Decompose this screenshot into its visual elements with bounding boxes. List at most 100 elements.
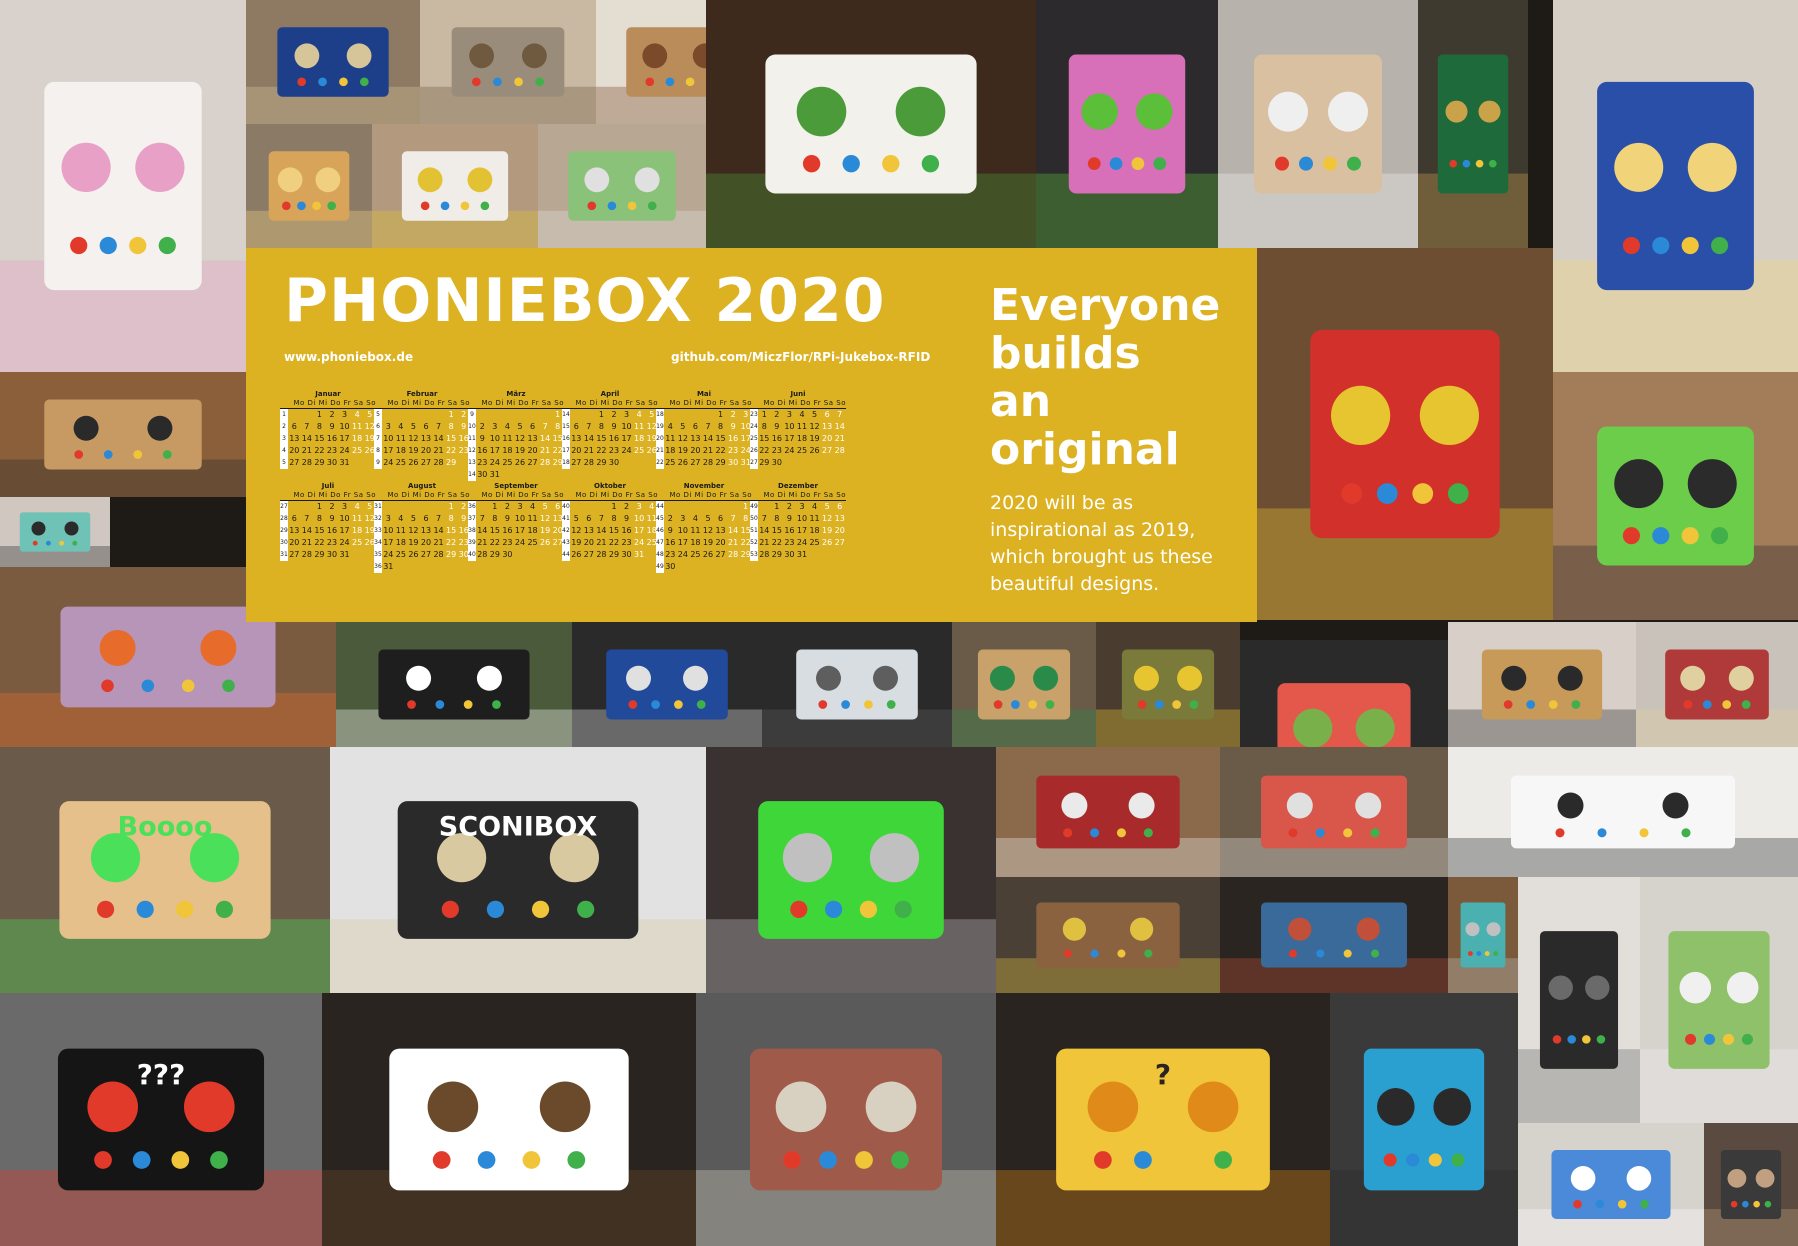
- day-cell: 9: [730, 422, 736, 431]
- day-cell: 12: [514, 434, 526, 443]
- github-link[interactable]: github.com/MiczFlor/RPi-Jukebox-RFID: [671, 350, 930, 364]
- month-days: 1 2 3 4 5 6 7 8 9 10 11 12 13 14 15 16 17 18 19 20 21 22 23 24 2…: [382, 501, 470, 573]
- weekday-header: Mo Di Mi Do Fr Sa So: [750, 491, 846, 501]
- day-cell: 19: [408, 446, 419, 455]
- day-cell: 11: [634, 422, 645, 431]
- day-cell: 17: [514, 526, 526, 535]
- svg-text:Boooo: Boooo: [118, 812, 213, 843]
- day-cell: 4: [398, 422, 404, 431]
- week-numbers: 18 19 20 21 22: [656, 409, 664, 469]
- day-cell: 16: [665, 538, 676, 547]
- day-cell: 11: [502, 434, 513, 443]
- month-name: Juli: [321, 482, 335, 490]
- week-numbers: 36 37 38 39 40: [468, 501, 476, 561]
- day-cell: 18: [634, 434, 645, 443]
- day-cell: 15: [314, 526, 325, 535]
- day-cell: 1: [448, 502, 454, 511]
- week-numbers: 14 15 16 17 18: [562, 409, 570, 469]
- day-cell: 29: [771, 550, 782, 559]
- day-cell: 5: [824, 502, 830, 511]
- day-cell: 1: [761, 410, 767, 419]
- day-cell: 22: [314, 538, 325, 547]
- day-cell: 1: [448, 410, 454, 419]
- day-cell: 18: [527, 526, 538, 535]
- day-cell: 8: [774, 514, 780, 523]
- day-cell: 14: [301, 526, 312, 535]
- day-cell: 23: [784, 538, 795, 547]
- day-cell: 11: [352, 422, 363, 431]
- poster-title: PHONIEBOX 2020: [284, 266, 886, 336]
- calendar-month: Oktober Mo Di Mi Do Fr Sa So 40 41 42 43 44 1 2 3…: [562, 482, 658, 561]
- lantern-box-photo: [246, 124, 372, 248]
- owl-box-photo: [322, 993, 696, 1246]
- weekday-header: Mo Di Mi Do Fr Sa So: [468, 491, 564, 501]
- day-cell: 6: [718, 514, 724, 523]
- day-cell: 16: [784, 526, 795, 535]
- day-cell: 1: [718, 410, 724, 419]
- day-cell: 6: [291, 514, 297, 523]
- day-cell: 26: [677, 458, 688, 467]
- month-days: 1 2 3 4 5 6 7 8 9 10 11 12 13 14 15 16 17 18 19 20 21 22 23 24 2…: [476, 501, 564, 561]
- day-cell: 11: [395, 434, 406, 443]
- unicorn-box-photo: [0, 0, 246, 372]
- day-cell: 30: [784, 550, 795, 559]
- day-cell: 3: [342, 410, 348, 419]
- day-cell: 23: [326, 538, 338, 547]
- day-cell: 24: [621, 446, 632, 455]
- weekday-header: Mo Di Mi Do Fr Sa So: [280, 491, 376, 501]
- day-cell: 3: [492, 422, 498, 431]
- weekday-header: Mo Di Mi Do Fr Sa So: [562, 491, 658, 501]
- day-cell: 3: [680, 514, 686, 523]
- calendar-month: November Mo Di Mi Do Fr Sa So 44 45 46 47 48 49…: [656, 482, 752, 573]
- day-cell: 9: [479, 434, 485, 443]
- day-cell: 27: [834, 538, 845, 547]
- month-days: 1 2 3 4 5 6 7 8 9 10 11 12 13 14 15 16 17 18 19 20 21 22 23 24 2…: [664, 409, 752, 469]
- day-cell: 26: [571, 550, 582, 559]
- day-cell: 21: [759, 538, 770, 547]
- day-cell: 5: [410, 422, 416, 431]
- day-cell: 8: [718, 422, 724, 431]
- month-days: 1 2 3 4 5 6 7 8 9 10 11 12 13 14 15 16 17 18 19 20 21 22 23 24 2…: [664, 501, 752, 573]
- day-cell: 24: [677, 550, 688, 559]
- day-cell: 26: [408, 458, 419, 467]
- day-cell: 28: [540, 458, 551, 467]
- day-cell: 28: [301, 550, 312, 559]
- day-cell: 19: [822, 526, 833, 535]
- red-box-photo: [1636, 622, 1798, 747]
- day-cell: 4: [504, 422, 510, 431]
- day-cell: 13: [834, 514, 845, 523]
- day-cell: 17: [383, 446, 394, 455]
- month-days: 1 2 3 4 5 6 7 8 9 10 11 12 13 14 15 16 17 18 19 20 21 22 23 24 2…: [476, 409, 564, 481]
- day-cell: 20: [834, 526, 845, 535]
- day-cell: 17: [634, 526, 645, 535]
- month-name: August: [408, 482, 436, 490]
- calendar-month: Februar Mo Di Mi Do Fr Sa So 5 6 7 8 9 1 2 3 4 5 6 7 8…: [374, 390, 470, 469]
- day-cell: 29: [446, 550, 457, 559]
- day-cell: 16: [608, 434, 620, 443]
- day-cell: 10: [489, 434, 500, 443]
- day-cell: 10: [383, 526, 394, 535]
- calendar-panel: PHONIEBOX 2020 www.phoniebox.de github.c…: [246, 248, 1257, 622]
- day-cell: 2: [504, 502, 510, 511]
- month-name: Februar: [406, 390, 438, 398]
- day-cell: 12: [408, 434, 419, 443]
- website-link[interactable]: www.phoniebox.de: [284, 350, 413, 364]
- day-cell: 14: [728, 526, 739, 535]
- day-cell: 21: [728, 538, 739, 547]
- day-cell: 23: [621, 538, 632, 547]
- day-cell: 17: [489, 446, 500, 455]
- day-cell: 6: [423, 422, 429, 431]
- day-cell: 22: [596, 446, 607, 455]
- day-cell: 19: [809, 434, 820, 443]
- svg-text:SCONIBOX: SCONIBOX: [439, 812, 598, 843]
- day-cell: 24: [784, 446, 795, 455]
- day-cell: 7: [542, 422, 548, 431]
- handprint-box-photo: [336, 622, 572, 747]
- day-cell: 25: [527, 538, 538, 547]
- week-numbers: 40 41 42 43 44: [562, 501, 570, 561]
- day-cell: 17: [784, 434, 795, 443]
- day-cell: 25: [634, 446, 645, 455]
- lego-box-photo: [706, 0, 1036, 248]
- day-cell: 30: [608, 458, 620, 467]
- day-cell: 28: [834, 446, 845, 455]
